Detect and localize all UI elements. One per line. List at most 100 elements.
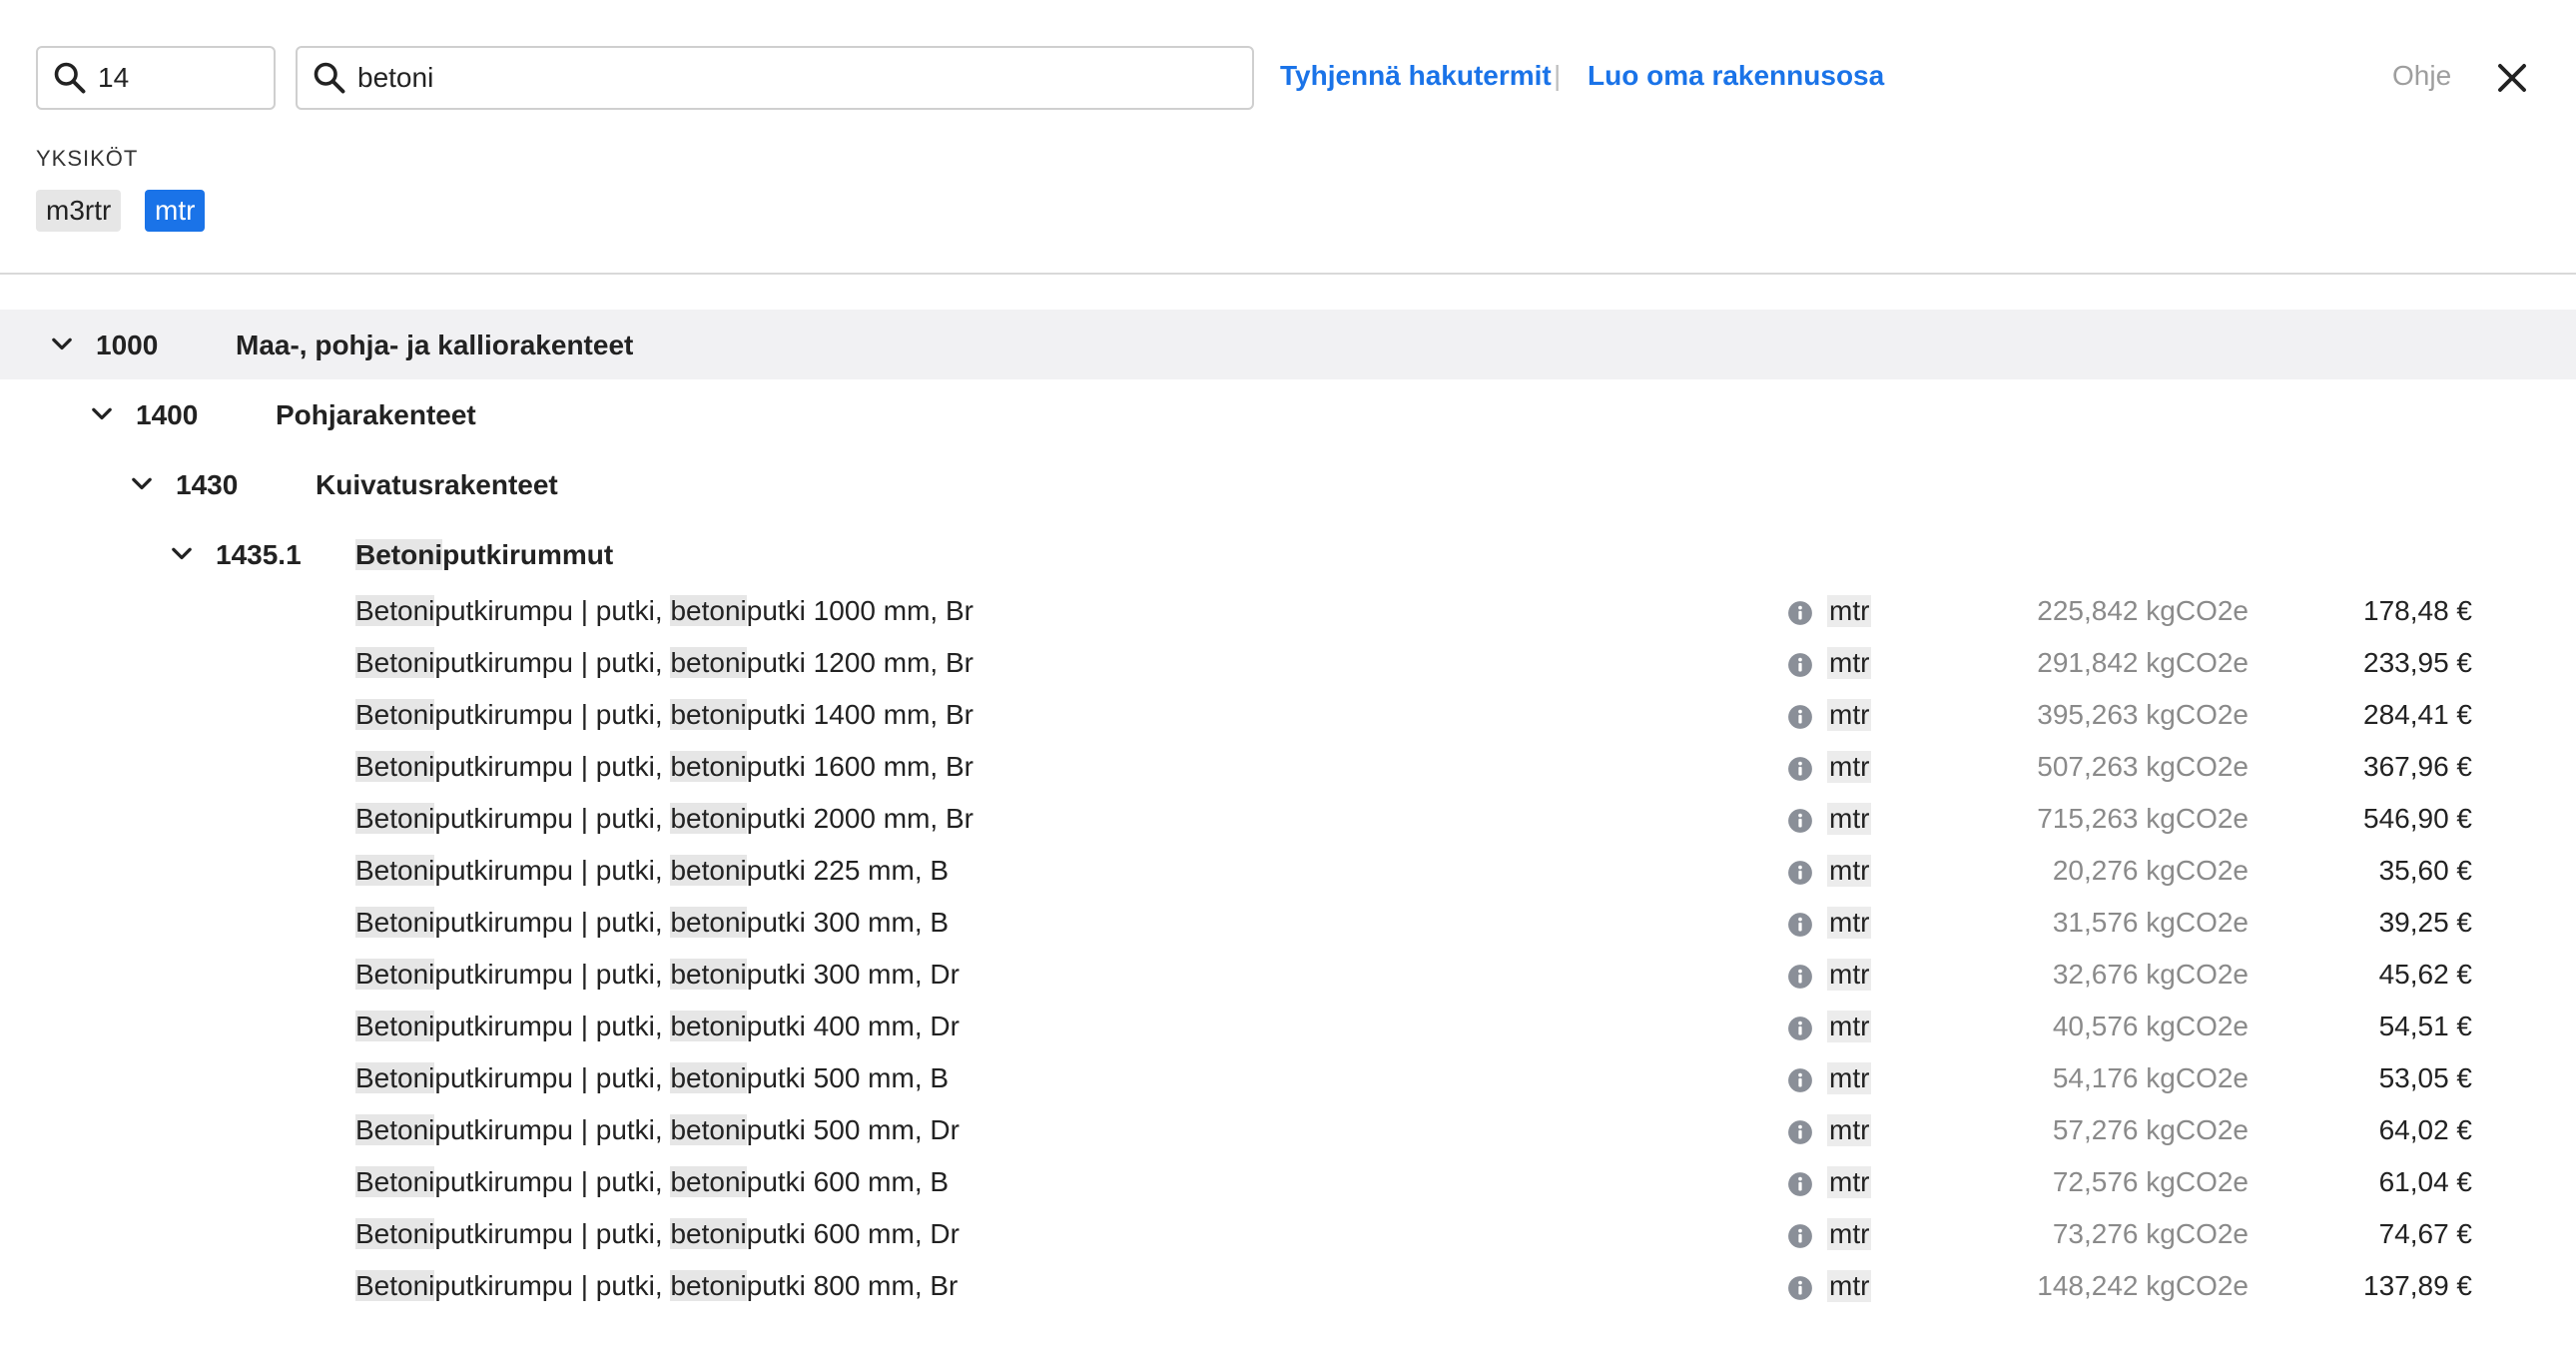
item-co2: 20,276 kgCO2e (2052, 855, 2249, 886)
item-row[interactable]: Betoniputkirumpu | putki, betoniputki 30… (0, 897, 2576, 949)
search-highlight: betoni (670, 647, 747, 678)
info-icon[interactable] (1787, 1016, 1813, 1041)
info-icon[interactable] (1787, 600, 1813, 626)
item-unit: mtr (1827, 1062, 1872, 1094)
item-row[interactable]: Betoniputkirumpu | putki, betoniputki 60… (0, 1208, 2576, 1260)
item-unit: mtr (1827, 1114, 1872, 1146)
search-icon (314, 62, 345, 94)
item-name: Betoniputkirumpu | putki, betoniputki 40… (355, 1011, 960, 1042)
search-highlight: betoni (670, 803, 747, 834)
item-price: 233,95 € (2363, 647, 2472, 678)
code-search-input[interactable] (98, 62, 264, 94)
info-icon[interactable] (1787, 756, 1813, 782)
info-icon[interactable] (1787, 1223, 1813, 1249)
item-name-part: putkirumpu | putki, (434, 1062, 671, 1093)
info-icon[interactable] (1787, 1119, 1813, 1145)
item-co2: 73,276 kgCO2e (2052, 1218, 2249, 1249)
item-row[interactable]: Betoniputkirumpu | putki, betoniputki 20… (0, 793, 2576, 845)
item-price: 64,02 € (2378, 1114, 2472, 1145)
item-row[interactable]: Betoniputkirumpu | putki, betoniputki 30… (0, 949, 2576, 1001)
item-co2: 40,576 kgCO2e (2052, 1011, 2249, 1041)
item-co2: 225,842 kgCO2e (2037, 595, 2249, 626)
tree-group-level4[interactable]: 1435.1 Betoniputkirummut (0, 519, 2576, 589)
item-row[interactable]: Betoniputkirumpu | putki, betoniputki 16… (0, 741, 2576, 793)
item-name: Betoniputkirumpu | putki, betoniputki 12… (355, 647, 973, 679)
search-highlight: Betoni (355, 1270, 435, 1301)
item-name-part: putkirumpu | putki, (434, 959, 671, 990)
item-row[interactable]: Betoniputkirumpu | putki, betoniputki 12… (0, 637, 2576, 689)
unit-chip-m3rtr[interactable]: m3rtr (36, 190, 122, 232)
info-icon[interactable] (1787, 860, 1813, 886)
item-co2: 148,242 kgCO2e (2037, 1270, 2249, 1301)
info-icon[interactable] (1787, 964, 1813, 990)
chevron-down-icon[interactable] (48, 331, 76, 358)
search-highlight: betoni (670, 1166, 747, 1197)
item-name: Betoniputkirumpu | putki, betoniputki 30… (355, 907, 949, 939)
item-row[interactable]: Betoniputkirumpu | putki, betoniputki 50… (0, 1104, 2576, 1156)
item-row[interactable]: Betoniputkirumpu | putki, betoniputki 10… (0, 585, 2576, 637)
item-name-part: putki 1600 mm, Br (746, 751, 973, 782)
item-name-part: putkirumpu | putki, (434, 1270, 671, 1301)
tree-group-level2[interactable]: 1400 Pohjarakenteet (0, 379, 2576, 449)
item-name-part: putkirumpu | putki, (434, 1166, 671, 1197)
tree-group-level1[interactable]: 1000 Maa-, pohja- ja kalliorakenteet (0, 310, 2576, 379)
item-name-part: putki 600 mm, B (746, 1166, 950, 1197)
unit-chip-mtr[interactable]: mtr (145, 190, 206, 232)
text-search-field[interactable] (296, 46, 1254, 110)
info-icon[interactable] (1787, 808, 1813, 834)
info-icon[interactable] (1787, 912, 1813, 938)
item-co2: 72,576 kgCO2e (2052, 1166, 2249, 1197)
item-row[interactable]: Betoniputkirumpu | putki, betoniputki 14… (0, 689, 2576, 741)
item-row[interactable]: Betoniputkirumpu | putki, betoniputki 40… (0, 1001, 2576, 1052)
item-row[interactable]: Betoniputkirumpu | putki, betoniputki 60… (0, 1156, 2576, 1208)
chevron-down-icon[interactable] (128, 470, 156, 498)
item-name-part: putki 1000 mm, Br (746, 595, 973, 626)
item-name: Betoniputkirumpu | putki, betoniputki 60… (355, 1218, 960, 1250)
search-highlight: betoni (670, 855, 747, 886)
group-name-rest: putkirummut (442, 539, 614, 570)
item-name-part: putkirumpu | putki, (434, 699, 671, 730)
item-co2: 54,176 kgCO2e (2052, 1062, 2249, 1093)
item-name-part: putkirumpu | putki, (434, 647, 671, 678)
item-unit: mtr (1827, 803, 1872, 835)
item-co2: 715,263 kgCO2e (2037, 803, 2249, 834)
text-search-input[interactable] (357, 62, 1242, 94)
search-highlight: Betoni (355, 647, 435, 678)
group-code: 1000 (96, 330, 159, 360)
info-icon[interactable] (1787, 652, 1813, 678)
item-name-part: putki 600 mm, Dr (746, 1218, 960, 1249)
search-icon (54, 62, 86, 94)
item-name-part: putkirumpu | putki, (434, 1011, 671, 1041)
item-name: Betoniputkirumpu | putki, betoniputki 10… (355, 595, 973, 627)
clear-search-link[interactable]: Tyhjennä hakutermit (1280, 60, 1552, 92)
close-icon[interactable] (2494, 60, 2530, 96)
search-highlight: betoni (670, 699, 747, 730)
search-highlight: Betoni (355, 1011, 435, 1041)
search-highlight: Betoni (355, 1062, 435, 1093)
create-component-link[interactable]: Luo oma rakennusosa (1588, 60, 1884, 92)
info-icon[interactable] (1787, 1067, 1813, 1093)
item-co2: 31,576 kgCO2e (2052, 907, 2249, 938)
search-highlight: Betoni (355, 1114, 435, 1145)
search-highlight: betoni (670, 595, 747, 626)
info-icon[interactable] (1787, 1171, 1813, 1197)
info-icon[interactable] (1787, 1275, 1813, 1301)
search-highlight: Betoni (355, 539, 443, 570)
info-icon[interactable] (1787, 704, 1813, 730)
search-highlight: betoni (670, 907, 747, 938)
code-search-field[interactable] (36, 46, 276, 110)
item-name: Betoniputkirumpu | putki, betoniputki 50… (355, 1062, 949, 1094)
chevron-down-icon[interactable] (168, 540, 196, 568)
tree-group-level3[interactable]: 1430 Kuivatusrakenteet (0, 449, 2576, 519)
chevron-down-icon[interactable] (88, 400, 116, 428)
item-price: 284,41 € (2363, 699, 2472, 730)
item-row[interactable]: Betoniputkirumpu | putki, betoniputki 22… (0, 845, 2576, 897)
search-highlight: Betoni (355, 751, 435, 782)
search-highlight: Betoni (355, 855, 435, 886)
help-link[interactable]: Ohje (2392, 60, 2451, 92)
item-row[interactable]: Betoniputkirumpu | putki, betoniputki 50… (0, 1052, 2576, 1104)
item-row[interactable]: Betoniputkirumpu | putki, betoniputki 80… (0, 1260, 2576, 1312)
item-name-part: putkirumpu | putki, (434, 595, 671, 626)
item-name-part: putkirumpu | putki, (434, 855, 671, 886)
item-unit: mtr (1827, 907, 1872, 939)
